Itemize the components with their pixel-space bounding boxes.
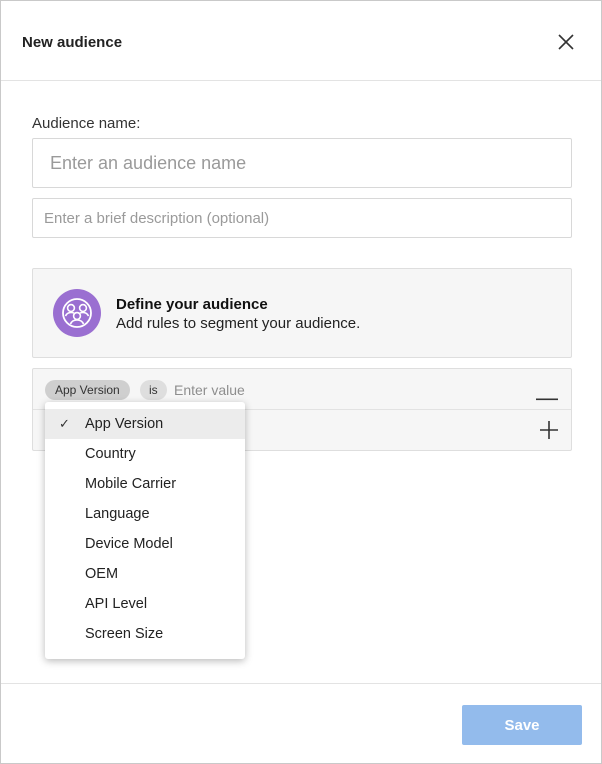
dropdown-item[interactable]: OEM — [45, 559, 245, 589]
dropdown-item-label: App Version — [85, 416, 164, 432]
define-audience-title: Define your audience — [116, 296, 268, 313]
define-audience-subtitle: Add rules to segment your audience. — [116, 315, 361, 332]
dropdown-item[interactable]: API Level — [45, 589, 245, 619]
plus-icon[interactable] — [539, 420, 559, 440]
people-group-icon — [53, 289, 101, 337]
close-icon[interactable] — [555, 31, 577, 53]
audience-name-label: Audience name: — [32, 115, 141, 132]
dialog-title: New audience — [22, 34, 123, 51]
dropdown-item[interactable]: Mobile Carrier — [45, 469, 245, 499]
define-audience-panel: Define your audience Add rules to segmen… — [32, 268, 572, 358]
dropdown-item-label: Language — [85, 506, 150, 522]
rule-value-input[interactable] — [174, 379, 374, 401]
dropdown-item[interactable]: Country — [45, 439, 245, 469]
audience-description-input[interactable] — [32, 198, 572, 238]
dropdown-item-label: Device Model — [85, 536, 173, 552]
dropdown-item[interactable]: Device Model — [45, 529, 245, 559]
dropdown-item-label: OEM — [85, 566, 119, 582]
dialog-header: New audience — [1, 1, 601, 81]
dropdown-item-label: Country — [85, 446, 136, 462]
dropdown-item-label: Mobile Carrier — [85, 476, 177, 492]
save-button[interactable]: Save — [462, 705, 582, 745]
field-dropdown-menu: ✓ App Version Country Mobile Carrier Lan… — [45, 402, 245, 659]
dropdown-item[interactable]: Language — [45, 499, 245, 529]
dropdown-item[interactable]: ✓ App Version — [45, 409, 245, 439]
dialog-footer: Save — [1, 683, 601, 763]
audience-name-input[interactable] — [32, 138, 572, 188]
rule-operator-chip[interactable]: is — [140, 380, 167, 400]
rule-field-chip[interactable]: App Version — [45, 380, 130, 400]
dropdown-item[interactable]: Screen Size — [45, 619, 245, 649]
checkmark-icon: ✓ — [59, 416, 70, 431]
new-audience-dialog: New audience Audience name: Define your … — [0, 0, 602, 764]
dropdown-item-label: Screen Size — [85, 626, 164, 642]
dropdown-item-label: API Level — [85, 596, 148, 612]
minus-icon[interactable] — [536, 388, 558, 401]
